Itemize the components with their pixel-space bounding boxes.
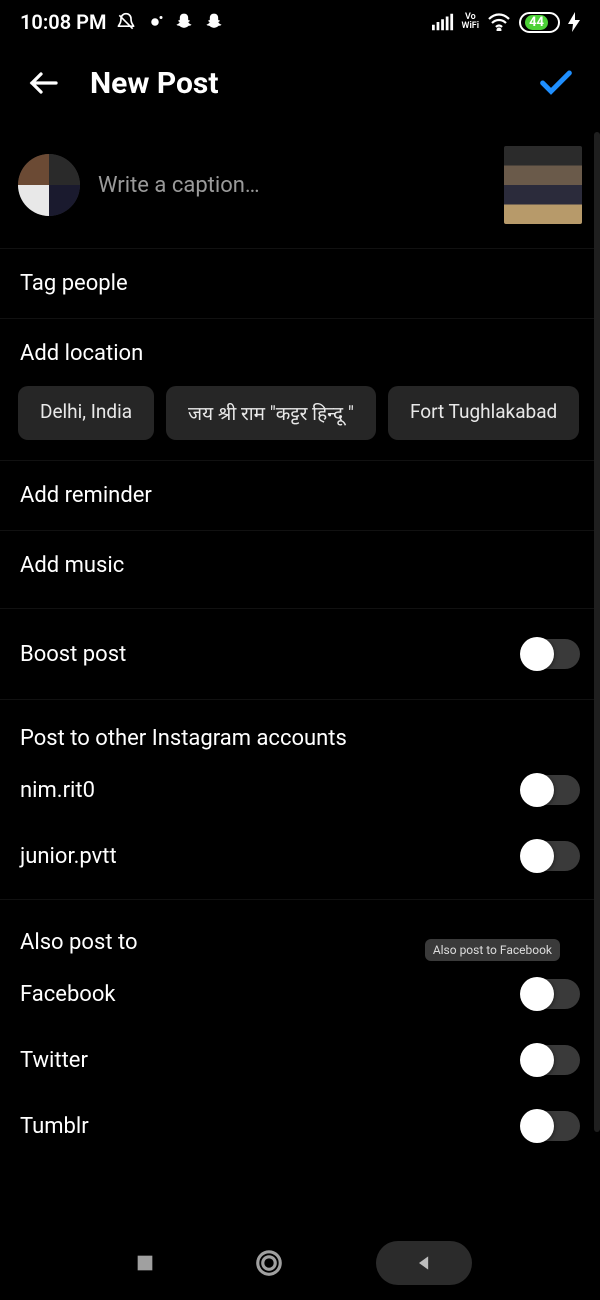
location-chip[interactable]: जय श्री राम "कट्टर हिन्दू " xyxy=(166,386,376,440)
circle-icon xyxy=(254,1248,284,1278)
boost-post-toggle[interactable] xyxy=(522,639,580,669)
add-reminder-row[interactable]: Add reminder xyxy=(0,461,600,531)
account-name: junior.pvtt xyxy=(20,844,117,869)
triangle-left-icon xyxy=(414,1253,434,1273)
add-location-label: Add location xyxy=(20,341,143,366)
add-music-label: Add music xyxy=(20,553,124,578)
back-button[interactable] xyxy=(20,59,68,107)
location-chip[interactable]: Fort Tughlakabad xyxy=(388,386,579,440)
snapchat-icon-2 xyxy=(204,12,224,32)
twitter-row: Twitter xyxy=(0,1027,600,1093)
twitter-toggle[interactable] xyxy=(522,1045,580,1075)
boost-post-label: Boost post xyxy=(20,642,126,667)
account-toggle[interactable] xyxy=(522,775,580,805)
facebook-tooltip: Also post to Facebook xyxy=(425,939,560,961)
add-reminder-label: Add reminder xyxy=(20,483,152,508)
dnd-icon xyxy=(116,12,136,32)
nav-back-button[interactable] xyxy=(376,1241,472,1285)
boost-post-row: Boost post xyxy=(0,609,600,700)
header: New Post xyxy=(0,44,600,122)
post-thumbnail[interactable] xyxy=(504,146,582,224)
signal-icon xyxy=(432,13,454,31)
vowifi-icon: VoWiFi xyxy=(462,13,480,31)
location-chip[interactable]: Delhi, India xyxy=(18,386,154,440)
location-suggestions: Delhi, India जय श्री राम "कट्टर हिन्दू "… xyxy=(0,372,600,461)
charging-icon xyxy=(568,12,580,32)
add-location-row[interactable]: Add location xyxy=(0,319,600,372)
account-name: nim.rit0 xyxy=(20,778,95,803)
twitter-label: Twitter xyxy=(20,1048,88,1073)
account-row: nim.rit0 xyxy=(0,757,600,823)
caption-input[interactable]: Write a caption… xyxy=(98,173,486,198)
battery-indicator: 44 xyxy=(519,12,560,33)
dot-icon xyxy=(146,13,164,31)
home-button[interactable] xyxy=(252,1246,286,1280)
confirm-button[interactable] xyxy=(532,59,580,107)
facebook-toggle[interactable] xyxy=(522,979,580,1009)
status-bar: 10:08 PM VoWiFi 44 xyxy=(0,0,600,44)
square-icon xyxy=(134,1252,156,1274)
tag-people-row[interactable]: Tag people xyxy=(0,249,600,319)
wifi-icon xyxy=(487,13,511,31)
page-title: New Post xyxy=(90,66,532,101)
recent-apps-button[interactable] xyxy=(128,1246,162,1280)
facebook-row: Facebook Also post to Facebook xyxy=(0,961,600,1027)
facebook-label: Facebook xyxy=(20,982,116,1007)
tumblr-label: Tumblr xyxy=(20,1114,89,1139)
tag-people-label: Tag people xyxy=(20,271,128,296)
caption-row: Write a caption… xyxy=(0,122,600,249)
account-toggle[interactable] xyxy=(522,841,580,871)
android-navbar xyxy=(0,1226,600,1300)
tumblr-toggle[interactable] xyxy=(522,1111,580,1141)
add-music-row[interactable]: Add music xyxy=(0,531,600,609)
tumblr-row: Tumblr xyxy=(0,1093,600,1159)
avatar[interactable] xyxy=(18,154,80,216)
snapchat-icon xyxy=(174,12,194,32)
status-time: 10:08 PM xyxy=(20,10,106,34)
account-row: junior.pvtt xyxy=(0,823,600,900)
other-accounts-title: Post to other Instagram accounts xyxy=(0,700,600,757)
arrow-left-icon xyxy=(26,65,62,101)
check-icon xyxy=(536,63,576,103)
battery-level: 44 xyxy=(525,15,548,30)
